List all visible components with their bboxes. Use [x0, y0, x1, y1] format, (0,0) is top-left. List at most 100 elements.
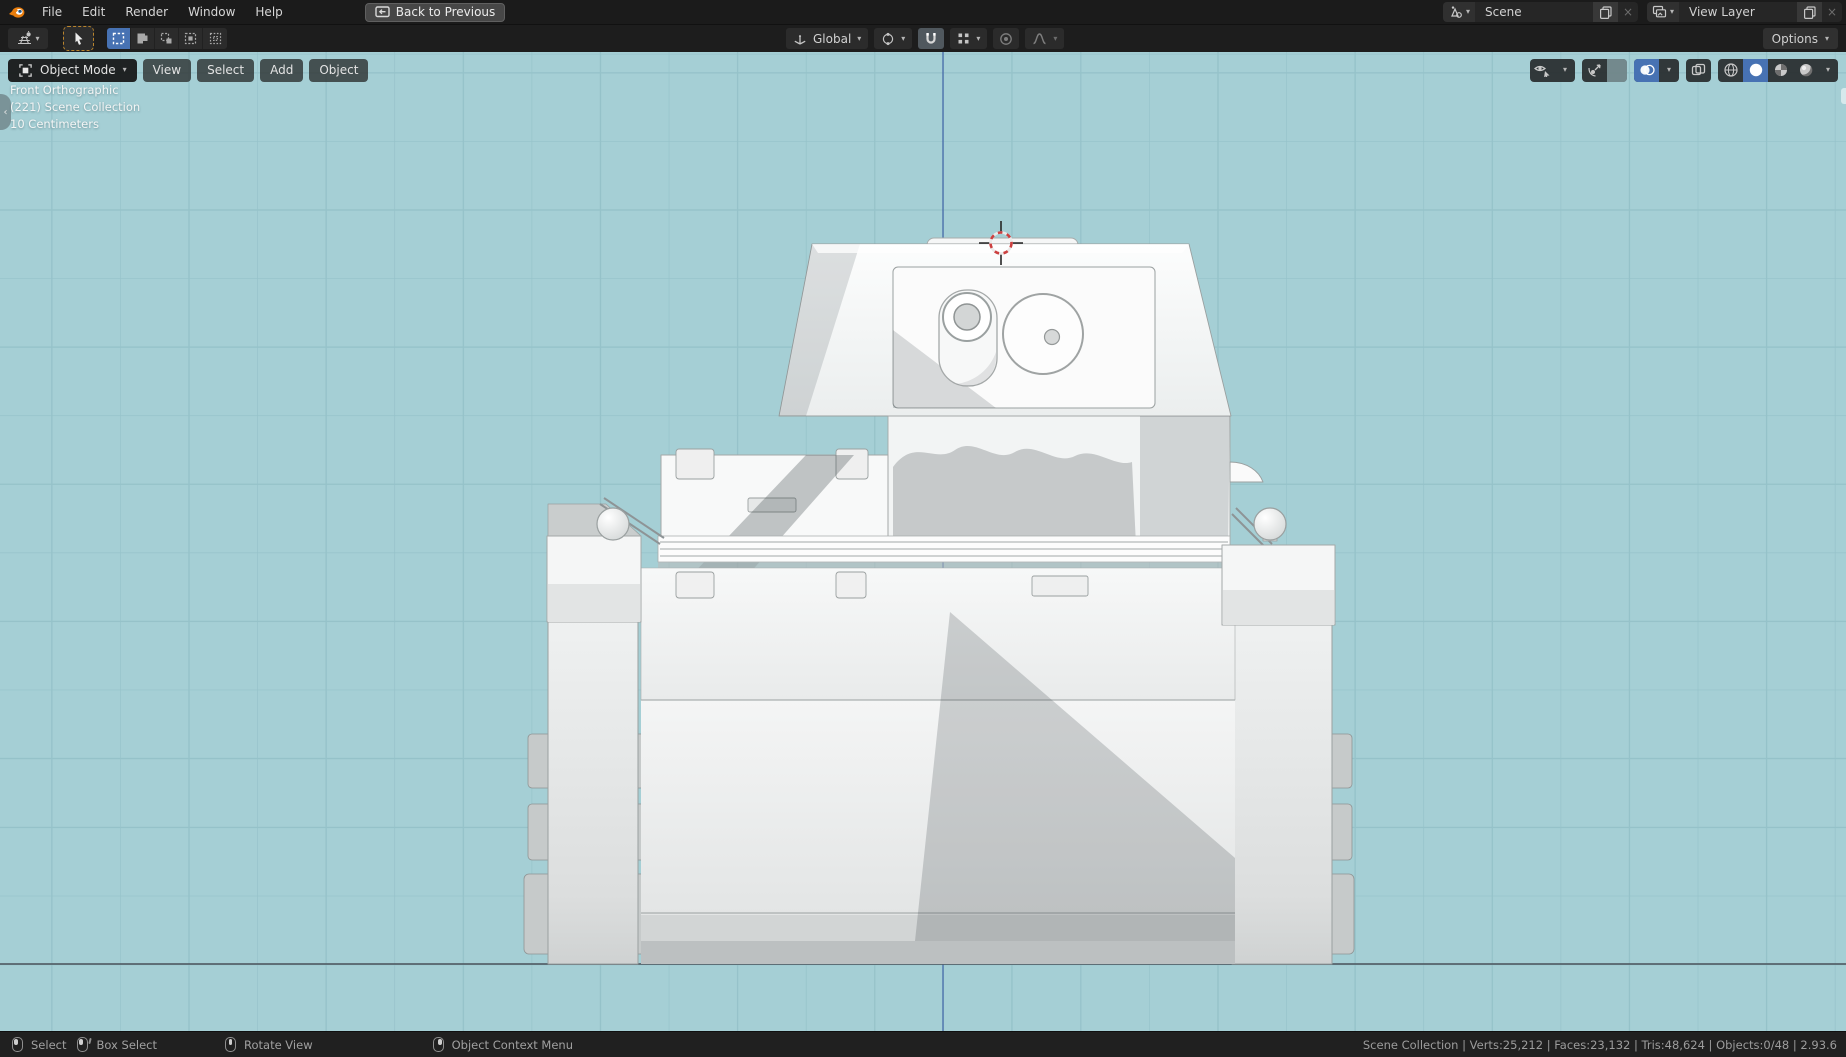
- scene-name-field[interactable]: Scene: [1475, 2, 1593, 22]
- viewport-overlay-text: Front Orthographic (221) Scene Collectio…: [10, 82, 140, 133]
- select-extend-icon: [137, 33, 148, 44]
- duplicate-pages-icon: [1804, 5, 1816, 19]
- chevron-down-icon: ▾: [976, 33, 981, 43]
- menu-window[interactable]: Window: [178, 0, 245, 24]
- viewport-3d[interactable]: Object Mode ▾ View Select Add Object ▾ ▾…: [0, 52, 1846, 1031]
- proportional-falloff-dropdown[interactable]: ▾: [1025, 28, 1065, 49]
- shading-solid-button[interactable]: [1743, 58, 1768, 82]
- select-mode-extend-button[interactable]: [131, 28, 155, 49]
- visibility-group: ▾: [1530, 58, 1575, 82]
- scene-selector: ▾ Scene ×: [1442, 2, 1638, 22]
- chevron-down-icon: ▾: [1465, 7, 1470, 16]
- snapping-cluster: Global ▾ ▾ ▾ ▾: [786, 28, 1065, 49]
- menu-file[interactable]: File: [32, 0, 72, 24]
- transform-orientation-dropdown[interactable]: Global ▾: [786, 28, 869, 49]
- options-dropdown[interactable]: Options ▾: [1762, 28, 1838, 49]
- menu-edit[interactable]: Edit: [72, 0, 115, 24]
- select-mode-invert-button[interactable]: [179, 28, 203, 49]
- hint-rotate-view-label: Rotate View: [244, 1037, 313, 1052]
- chevron-down-icon: ▾: [1824, 33, 1829, 43]
- scene-browse-button[interactable]: ▾: [1442, 2, 1475, 22]
- hint-select: Select: [12, 1037, 66, 1052]
- toolbar-collapse-tab[interactable]: ‹: [0, 94, 11, 130]
- view-layer-browse-button[interactable]: ▾: [1646, 2, 1679, 22]
- viewport-header-right: ▾ ▾ ▾: [1530, 58, 1838, 82]
- menu-object[interactable]: Object: [309, 58, 369, 82]
- view-layer-name-field[interactable]: View Layer: [1679, 2, 1797, 22]
- select-set-icon: [112, 32, 125, 45]
- scene-new-button[interactable]: [1592, 2, 1618, 22]
- collapse-left-icon: ‹: [3, 106, 8, 118]
- mode-label: Object Mode: [40, 63, 116, 77]
- topbar-right-cluster: ▾ Scene × ▾ View Layer ×: [1442, 2, 1842, 22]
- hint-context-menu: Object Context Menu: [432, 1037, 573, 1052]
- gizmo-icon: [1588, 63, 1601, 77]
- select-intersect-icon: [209, 32, 221, 45]
- blender-logo-icon[interactable]: [8, 5, 25, 19]
- select-mode-subtract-button[interactable]: [155, 28, 179, 49]
- chevron-down-icon: ▾: [1669, 7, 1674, 16]
- proportional-editing-toggle[interactable]: [993, 28, 1020, 49]
- xray-icon: [1691, 63, 1706, 75]
- menu-select[interactable]: Select: [197, 58, 255, 82]
- toggle-xray-button[interactable]: [1686, 59, 1711, 82]
- select-mode-set-button[interactable]: [107, 28, 131, 49]
- back-to-previous-button[interactable]: Back to Previous: [364, 2, 506, 22]
- menu-render[interactable]: Render: [115, 0, 178, 24]
- scene-unlink-button[interactable]: ×: [1618, 2, 1638, 22]
- object-visibility-button[interactable]: [1530, 59, 1555, 82]
- orientation-label: Global: [813, 31, 852, 46]
- middle-mouse-icon: [225, 1037, 236, 1052]
- view-layer-new-button[interactable]: [1797, 2, 1822, 22]
- view-layer-icon: [1652, 5, 1667, 18]
- select-invert-icon: [184, 32, 197, 45]
- duplicate-pages-icon: [1599, 5, 1612, 19]
- blender-logo-glyph: [9, 7, 25, 18]
- gizmo-dropdown-button[interactable]: [1607, 58, 1627, 82]
- proportional-editing-icon: [1000, 32, 1013, 45]
- hint-rotate-view: Rotate View: [225, 1037, 313, 1052]
- pivot-point-dropdown[interactable]: ▾: [874, 28, 913, 49]
- chevron-down-icon: ▾: [35, 33, 40, 43]
- shading-dropdown-button[interactable]: ▾: [1818, 59, 1838, 82]
- mode-dropdown[interactable]: Object Mode ▾: [8, 58, 137, 82]
- show-overlays-button[interactable]: [1634, 58, 1659, 82]
- xray-group: [1686, 58, 1711, 82]
- wireframe-sphere-icon: [1723, 63, 1738, 77]
- statusbar: Select Box Select Rotate View Object Con…: [0, 1031, 1846, 1057]
- grid-scale-label: 10 Centimeters: [10, 117, 99, 131]
- select-mode-intersect-button[interactable]: [203, 28, 227, 49]
- shading-wireframe-button[interactable]: [1718, 59, 1743, 82]
- options-label: Options: [1771, 31, 1818, 46]
- snap-target-dropdown[interactable]: ▾: [950, 28, 988, 49]
- visibility-dropdown-button[interactable]: ▾: [1555, 59, 1575, 82]
- view-name-label: Front Orthographic: [10, 83, 119, 97]
- active-tool-select-box-button[interactable]: [63, 26, 94, 51]
- back-to-previous-label: Back to Previous: [395, 5, 496, 19]
- menu-add[interactable]: Add: [260, 58, 304, 82]
- shading-material-button[interactable]: [1768, 59, 1793, 82]
- show-gizmo-button[interactable]: [1582, 59, 1607, 82]
- tank-model: [523, 237, 1355, 965]
- hint-box-select-label: Box Select: [96, 1037, 157, 1052]
- select-subtract-icon: [160, 32, 172, 44]
- editor-type-button[interactable]: ▾: [8, 28, 48, 49]
- chevron-down-icon: ▾: [901, 33, 906, 43]
- menu-help[interactable]: Help: [245, 0, 292, 24]
- viewport-header: Object Mode ▾ View Select Add Object ▾ ▾…: [0, 55, 1846, 85]
- select-mode-group: [107, 28, 227, 49]
- shading-group: ▾: [1718, 58, 1838, 82]
- menu-view[interactable]: View: [142, 58, 192, 82]
- menu-view-label: View: [152, 63, 182, 77]
- view-layer-remove-button[interactable]: ×: [1822, 2, 1842, 22]
- chevron-down-icon: ▾: [122, 65, 127, 74]
- overlays-dropdown-button[interactable]: ▾: [1659, 59, 1679, 82]
- chevron-down-icon: ▾: [857, 33, 862, 43]
- rendered-sphere-icon: [1799, 64, 1812, 77]
- viewport-canvas[interactable]: [0, 52, 1846, 1031]
- chevron-down-icon: ▾: [1053, 33, 1058, 43]
- editor-corner-handle[interactable]: [1841, 88, 1846, 104]
- snap-toggle-button[interactable]: [918, 28, 945, 49]
- orientation-axes-icon: [794, 34, 806, 45]
- shading-rendered-button[interactable]: [1793, 59, 1818, 82]
